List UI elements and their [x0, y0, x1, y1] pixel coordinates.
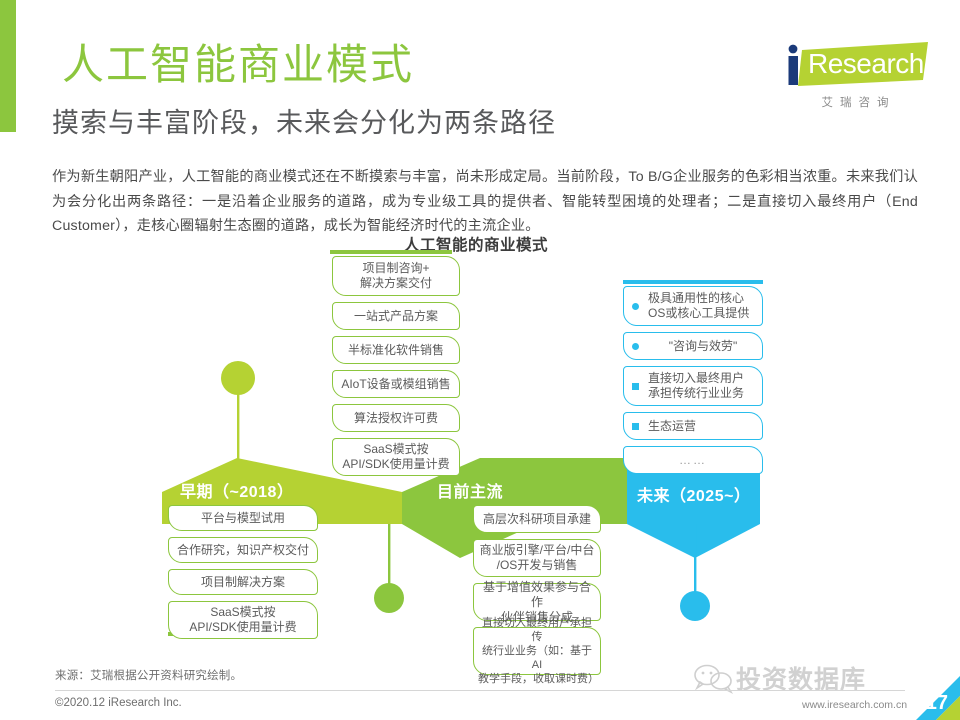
- business-model-diagram: 人工智能的商业模式 早期（~2018） 目前主流 未来（2025~） 项目制咨询…: [0, 228, 960, 685]
- box-text: 商业版引擎/平台/中台 /OS开发与销售: [479, 543, 595, 572]
- slide-root: 人工智能商业模式 摸索与丰富阶段，未来会分化为两条路径 作为新生朝阳产业，人工智…: [0, 0, 960, 720]
- corner-decoration: [886, 670, 960, 720]
- early-bottom-box-2[interactable]: 合作研究，知识产权交付: [168, 537, 318, 563]
- logo-tagline: 艾瑞咨询: [821, 97, 896, 109]
- mainstream-top-box-2[interactable]: 一站式产品方案: [332, 302, 460, 330]
- mainstream-bottom-box-1[interactable]: 高层次科研项目承建: [473, 505, 601, 533]
- future-top-box-4[interactable]: 生态运营: [623, 412, 763, 440]
- box-text: SaaS模式按 API/SDK使用量计费: [342, 442, 450, 471]
- banner-label-early: 早期（~2018）: [180, 484, 294, 501]
- box-text: 算法授权许可费: [353, 410, 438, 425]
- mainstream-node-circle: [374, 583, 404, 613]
- box-text: 一站式产品方案: [353, 308, 438, 323]
- mainstream-bottom-box-2[interactable]: 商业版引擎/平台/中台 /OS开发与销售: [473, 539, 601, 577]
- mainstream-top-box-1[interactable]: 项目制咨询+ 解决方案交付: [332, 256, 460, 296]
- early-bottom-box-4[interactable]: SaaS模式按 API/SDK使用量计费: [168, 601, 318, 639]
- future-top-box-2[interactable]: "咨询与效劳": [623, 332, 763, 360]
- page-subtitle: 摸索与丰富阶段，未来会分化为两条路径: [52, 108, 556, 138]
- mainstream-top-box-5[interactable]: 算法授权许可费: [332, 404, 460, 432]
- box-text: AIoT设备或模组销售: [341, 376, 451, 391]
- future-top-box-3[interactable]: 直接切入最终用户 承担传统行业业务: [623, 366, 763, 406]
- mainstream-bottom-box-4[interactable]: 直接切入最终用户承担传 统行业业务（如：基于AI 教学手段，收取课时费）: [473, 617, 601, 685]
- bullet-dot-icon: [632, 302, 639, 310]
- box-text: 直接切入最终用户承担传 统行业业务（如：基于AI 教学手段，收取课时费）: [478, 617, 599, 685]
- source-note: 来源：艾瑞根据公开资料研究绘制。: [55, 670, 243, 682]
- bullet-square-icon: [632, 382, 639, 390]
- early-bottom-box-1[interactable]: 平台与模型试用: [168, 505, 318, 531]
- logo-wordmark: Research: [808, 48, 924, 79]
- box-text: 项目制解决方案: [200, 574, 285, 589]
- box-text: 项目制咨询+ 解决方案交付: [359, 261, 432, 290]
- box-text: 直接切入最终用户 承担传统行业业务: [648, 371, 745, 400]
- box-text: SaaS模式按 API/SDK使用量计费: [189, 605, 297, 634]
- page-number: 17: [925, 692, 948, 714]
- early-node-circle: [221, 361, 255, 395]
- mainstream-stem: [388, 524, 391, 586]
- early-stem: [237, 388, 240, 460]
- future-top-underline: [623, 280, 763, 284]
- box-text: 高层次科研项目承建: [482, 511, 591, 526]
- wechat-icon: [692, 662, 734, 699]
- box-text: "咨询与效劳": [668, 338, 738, 353]
- footer-divider: [55, 690, 905, 691]
- logo-mark: Research: [780, 42, 930, 88]
- page-title: 人工智能商业模式: [62, 41, 415, 88]
- corner-shape-icon: [916, 676, 960, 720]
- mainstream-top-underline: [330, 250, 452, 254]
- mainstream-top-box-6[interactable]: SaaS模式按 API/SDK使用量计费: [332, 438, 460, 476]
- bullet-dot-icon: [632, 342, 639, 350]
- future-top-box-5[interactable]: ……: [623, 446, 763, 474]
- mainstream-top-box-3[interactable]: 半标准化软件销售: [332, 336, 460, 364]
- future-stem: [694, 524, 697, 592]
- banner-label-future: 未来（2025~）: [637, 488, 751, 505]
- copyright-text: ©2020.12 iResearch Inc.: [55, 697, 182, 709]
- box-text: 合作研究，知识产权交付: [176, 542, 309, 557]
- box-text: 半标准化软件销售: [347, 342, 444, 357]
- bullet-square-icon: [632, 422, 639, 430]
- future-top-box-1[interactable]: 极具通用性的核心 OS或核心工具提供: [623, 286, 763, 326]
- future-node-circle: [680, 591, 710, 621]
- iresearch-logo: Research 艾瑞咨询: [780, 42, 930, 114]
- mainstream-top-box-4[interactable]: AIoT设备或模组销售: [332, 370, 460, 398]
- box-text: 生态运营: [648, 418, 697, 433]
- early-bottom-box-3[interactable]: 项目制解决方案: [168, 569, 318, 595]
- banner-label-mainstream: 目前主流: [437, 484, 504, 501]
- box-text: 平台与模型试用: [200, 510, 285, 525]
- box-text: 极具通用性的核心 OS或核心工具提供: [648, 291, 750, 320]
- box-text: ……: [679, 452, 707, 467]
- left-accent-bar: [0, 0, 16, 132]
